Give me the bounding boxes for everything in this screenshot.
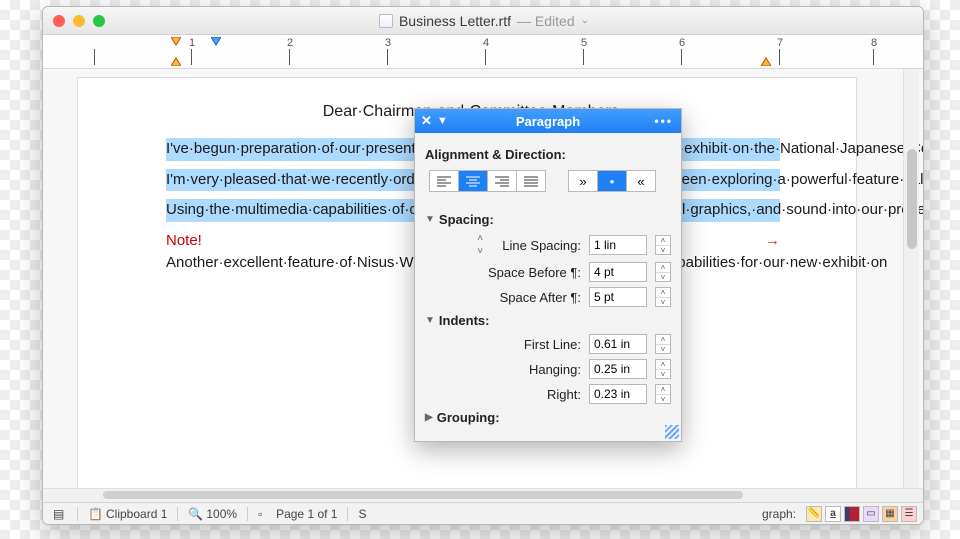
ruler-label: 6 bbox=[679, 37, 685, 49]
language-flag-chip[interactable] bbox=[844, 506, 860, 522]
arrow-icon: → bbox=[765, 232, 780, 249]
direction-segmented-control[interactable]: » • « bbox=[568, 170, 656, 192]
ruler-label: 3 bbox=[385, 37, 391, 49]
ruler[interactable]: 1 2 3 4 5 6 7 8 ↹ bbox=[43, 35, 923, 69]
statusbar: ▤ 📋 Clipboard 1 🔍 100% ▫ Page 1 of 1 S g… bbox=[43, 502, 923, 524]
statusbar-right-label: graph: bbox=[758, 507, 800, 521]
zoom-indicator[interactable]: 🔍 100% bbox=[184, 507, 241, 521]
section-indicator[interactable]: S bbox=[354, 507, 370, 521]
line-spacing-stepper[interactable]: ˄˅ bbox=[655, 235, 671, 255]
close-button[interactable] bbox=[53, 15, 65, 27]
align-left-button[interactable] bbox=[429, 170, 459, 192]
vertical-scrollbar[interactable] bbox=[903, 69, 919, 489]
right-indent-field[interactable] bbox=[589, 384, 647, 404]
line-spacing-label: Line Spacing: bbox=[502, 238, 581, 253]
page-icon: ▫ bbox=[258, 507, 272, 521]
window-title[interactable]: Business Letter.rtf — Edited ⌄ bbox=[105, 13, 863, 29]
horizontal-scrollbar[interactable] bbox=[43, 488, 923, 502]
align-right-button[interactable] bbox=[487, 170, 517, 192]
window-filename: Business Letter.rtf bbox=[399, 13, 511, 29]
line-spacing-field[interactable] bbox=[589, 235, 647, 255]
space-before-stepper[interactable]: ˄˅ bbox=[655, 262, 671, 282]
space-after-stepper[interactable]: ˄˅ bbox=[655, 287, 671, 307]
right-indent-label: Right: bbox=[547, 387, 581, 402]
zoom-button[interactable] bbox=[93, 15, 105, 27]
scrollbar-thumb[interactable] bbox=[103, 491, 743, 499]
chevron-down-icon[interactable]: ⌄ bbox=[581, 15, 589, 26]
ruler-label: 5 bbox=[581, 37, 587, 49]
indents-section-header[interactable]: ▼Indents: bbox=[425, 313, 671, 328]
ruler-chip[interactable]: 📏 bbox=[806, 506, 822, 522]
clipboard-indicator[interactable]: 📋 Clipboard 1 bbox=[84, 507, 171, 521]
page-indicator[interactable]: ▫ Page 1 of 1 bbox=[254, 507, 341, 521]
minimize-button[interactable] bbox=[73, 15, 85, 27]
indent-marker-first-line[interactable] bbox=[211, 37, 221, 47]
right-indent-stepper[interactable]: ˄˅ bbox=[655, 384, 671, 404]
note-label: Note! bbox=[166, 232, 202, 249]
draft-view-button[interactable]: ▤ bbox=[49, 507, 71, 521]
space-before-label: Space Before ¶: bbox=[488, 265, 581, 280]
ruler-label: 1 bbox=[189, 37, 195, 49]
magnifier-icon: 🔍 bbox=[188, 507, 202, 521]
first-line-field[interactable] bbox=[589, 334, 647, 354]
sort-stepper-icon[interactable]: ˄˅ bbox=[472, 233, 488, 257]
direction-ltr-button[interactable]: » bbox=[568, 170, 598, 192]
palette-collapse-icon[interactable]: ▼ bbox=[437, 115, 448, 127]
palette-titlebar[interactable]: ✕ ▼ Paragraph ••• bbox=[415, 109, 681, 133]
statusbar-chips: 📏 a ▭ ▦ ☰ bbox=[806, 506, 917, 522]
align-justify-button[interactable] bbox=[516, 170, 546, 192]
align-center-button[interactable] bbox=[458, 170, 488, 192]
direction-auto-button[interactable]: • bbox=[597, 170, 627, 192]
palette-resize-grip[interactable] bbox=[665, 425, 679, 439]
space-before-field[interactable] bbox=[589, 262, 647, 282]
scrollbar-thumb[interactable] bbox=[907, 149, 917, 249]
alignment-section-header: Alignment & Direction: bbox=[425, 147, 671, 162]
document-icon bbox=[379, 14, 393, 28]
section-chip[interactable]: ▭ bbox=[863, 506, 879, 522]
first-line-label: First Line: bbox=[524, 337, 581, 352]
indent-marker-hanging-top[interactable] bbox=[171, 37, 181, 47]
alignment-segmented-control[interactable] bbox=[429, 170, 546, 192]
first-line-stepper[interactable]: ˄˅ bbox=[655, 334, 671, 354]
indent-marker-left[interactable] bbox=[171, 56, 181, 66]
grid-chip[interactable]: ▦ bbox=[882, 506, 898, 522]
ruler-label: 2 bbox=[287, 37, 293, 49]
clipboard-icon: 📋 bbox=[88, 507, 102, 521]
ruler-label: 8 bbox=[871, 37, 877, 49]
traffic-lights bbox=[53, 15, 105, 27]
space-after-field[interactable] bbox=[589, 287, 647, 307]
spacing-section-header[interactable]: ▼Spacing: bbox=[425, 212, 671, 227]
direction-rtl-button[interactable]: « bbox=[626, 170, 656, 192]
palette-title-text: Paragraph bbox=[516, 114, 580, 129]
palette-more-button[interactable]: ••• bbox=[654, 114, 673, 128]
palette-close-button[interactable]: ✕ bbox=[421, 113, 432, 129]
hanging-stepper[interactable]: ˄˅ bbox=[655, 359, 671, 379]
window-edited-suffix: — Edited bbox=[517, 13, 575, 29]
hanging-label: Hanging: bbox=[529, 362, 581, 377]
grouping-section-header[interactable]: ▶Grouping: bbox=[425, 410, 671, 425]
indent-marker-right[interactable] bbox=[761, 56, 771, 66]
hanging-field[interactable] bbox=[589, 359, 647, 379]
paragraph-palette: ✕ ▼ Paragraph ••• Alignment & Direction:… bbox=[414, 108, 682, 442]
titlebar: Business Letter.rtf — Edited ⌄ bbox=[43, 7, 923, 35]
underline-chip[interactable]: a bbox=[825, 506, 841, 522]
space-after-label: Space After ¶: bbox=[500, 290, 581, 305]
ruler-label: 7 bbox=[777, 37, 783, 49]
ruler-label: 4 bbox=[483, 37, 489, 49]
list-chip[interactable]: ☰ bbox=[901, 506, 917, 522]
